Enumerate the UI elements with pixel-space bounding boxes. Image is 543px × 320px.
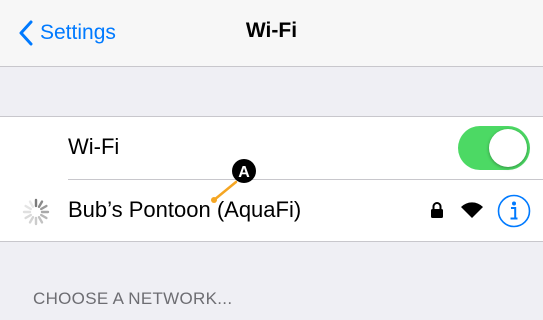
wifi-toggle-label: Wi-Fi	[68, 134, 120, 159]
info-icon[interactable]	[497, 194, 531, 228]
current-network-row[interactable]: Bub’s Pontoon (AquaFi)	[0, 180, 543, 242]
wifi-signal-icon	[461, 202, 483, 218]
network-name: Bub’s Pontoon (AquaFi)	[68, 197, 302, 222]
navigation-bar: Settings Wi-Fi	[0, 0, 543, 67]
section-header: CHOOSE A NETWORK...	[33, 289, 233, 308]
wifi-toggle-row: Wi-Fi	[0, 117, 543, 179]
wifi-toggle-switch[interactable]	[458, 126, 530, 170]
page-title: Wi-Fi	[245, 19, 298, 42]
lock-icon	[431, 202, 443, 218]
toggle-knob	[489, 129, 527, 167]
wifi-settings-group: Wi-Fi Bub’s Pontoon (AquaFi)	[0, 116, 543, 242]
spinner-icon	[22, 198, 50, 226]
